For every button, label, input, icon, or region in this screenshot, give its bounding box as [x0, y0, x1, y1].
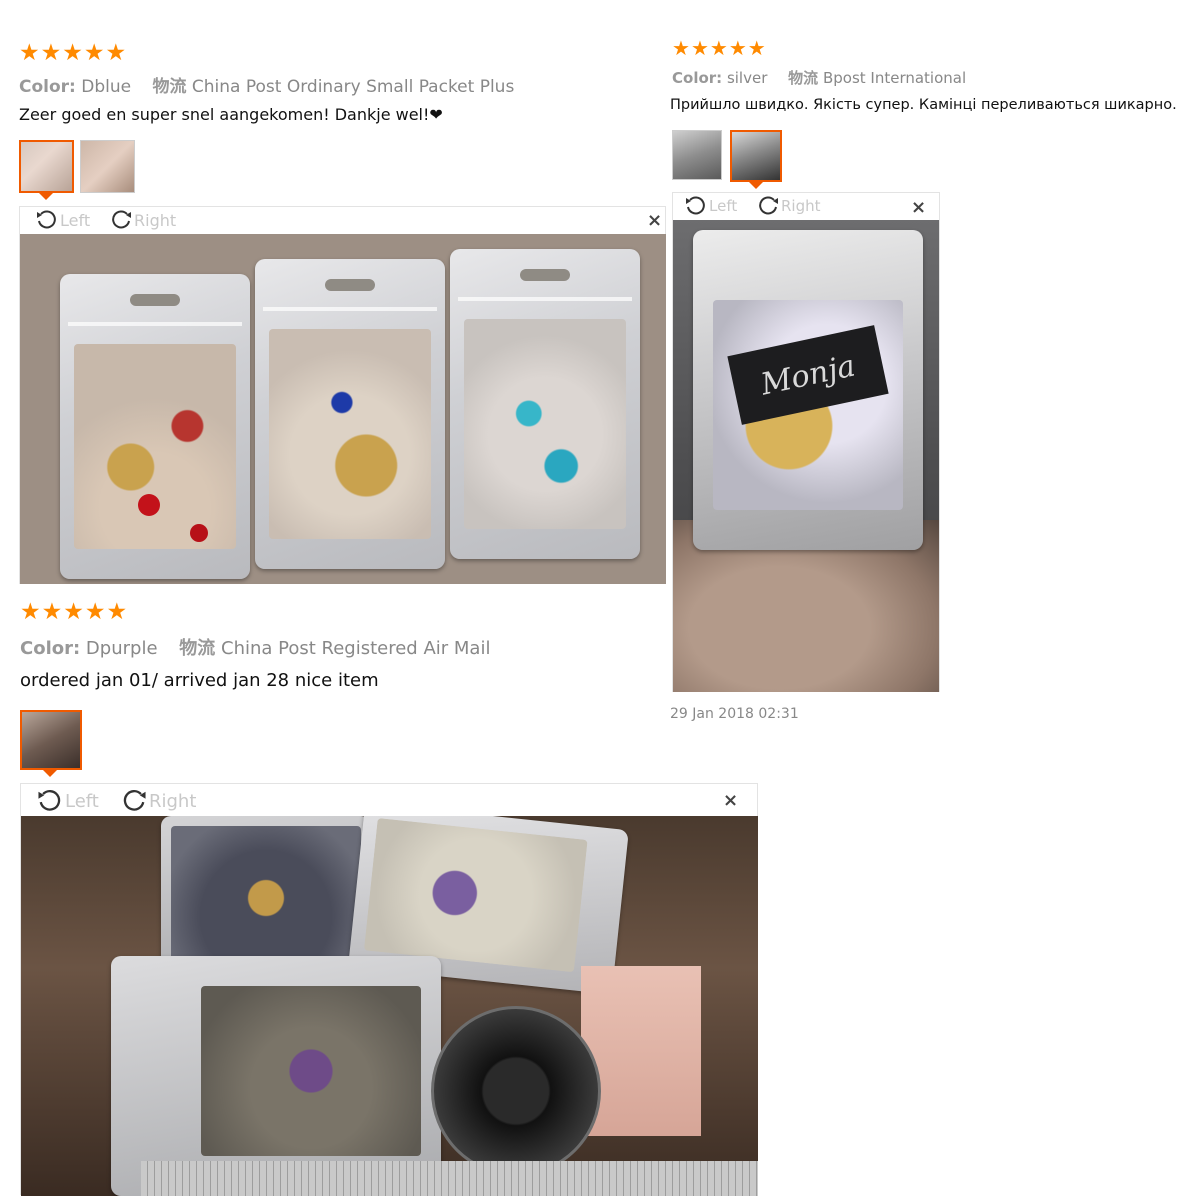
- star-icon: ★: [728, 36, 747, 60]
- bag: Monja: [693, 230, 923, 550]
- star-icon: ★: [41, 599, 63, 625]
- rating-stars: ★ ★ ★ ★ ★: [19, 42, 126, 65]
- review-thumbnail-1[interactable]: [19, 140, 74, 193]
- star-icon: ★: [106, 599, 128, 625]
- rotate-right-label: Right: [149, 790, 197, 812]
- shipping-method: China Post Registered Air Mail: [221, 638, 491, 659]
- color-label: Color:: [20, 638, 81, 659]
- rotate-right-label: Right: [134, 210, 177, 230]
- rotate-right-icon: [759, 196, 778, 215]
- bag-3: [111, 956, 441, 1196]
- bag-window: [74, 344, 236, 549]
- star-icon: ★: [63, 599, 84, 625]
- close-viewer-button[interactable]: ×: [723, 790, 738, 811]
- pink-package: [581, 966, 701, 1136]
- rotate-right-button[interactable]: Right: [119, 786, 196, 816]
- color-label: Color:: [19, 77, 76, 97]
- bag-window: [269, 329, 431, 539]
- review-thumbnail-1[interactable]: [20, 710, 82, 770]
- rotate-left-icon: [37, 210, 56, 229]
- gem: [138, 494, 160, 516]
- rating-stars: ★ ★ ★ ★ ★: [20, 601, 127, 624]
- rating-stars: ★ ★ ★ ★ ★: [672, 38, 766, 58]
- shipping-icon: 物流: [788, 69, 819, 87]
- star-icon: ★: [672, 36, 690, 60]
- rotate-left-button[interactable]: Left: [34, 207, 90, 233]
- review-meta: Color: silver 物流 Bpost International: [672, 67, 966, 88]
- review-meta: Color: Dpurple 物流 China Post Registered …: [20, 634, 490, 660]
- rotate-left-label: Left: [65, 790, 99, 812]
- rotate-left-button[interactable]: Left: [683, 193, 737, 219]
- review-meta: Color: Dblue 物流 China Post Ordinary Smal…: [19, 72, 514, 97]
- bag-3: [450, 249, 640, 559]
- rotate-right-label: Right: [781, 197, 821, 215]
- review-photo[interactable]: [21, 816, 758, 1196]
- star-icon: ★: [747, 36, 766, 60]
- rotate-left-label: Left: [709, 197, 738, 215]
- nail-wheel: [431, 1006, 601, 1176]
- star-icon: ★: [19, 40, 40, 66]
- review-thumbnail-1[interactable]: [672, 130, 722, 180]
- star-icon: ★: [20, 599, 41, 625]
- star-icon: ★: [84, 599, 106, 625]
- rotate-right-button[interactable]: Right: [108, 207, 176, 233]
- photo-viewer: Left Right ×: [20, 783, 758, 1196]
- star-icon: ★: [690, 36, 709, 60]
- review-comment: Прийшло швидко. Якість супер. Камінці пе…: [670, 97, 1177, 113]
- thumb-pointer-icon: [39, 193, 53, 200]
- review-photo[interactable]: [20, 234, 666, 584]
- brand-label: Monja: [757, 347, 859, 403]
- bag-window: [201, 986, 421, 1156]
- review-3: ★ ★ ★ ★ ★ Color: Dpurple 物流 China Post Regis…: [0, 595, 770, 1200]
- thumb-pointer-icon: [43, 770, 57, 777]
- rotate-right-icon: [112, 210, 131, 229]
- rotate-left-icon: [686, 196, 705, 215]
- close-viewer-button[interactable]: ×: [647, 210, 662, 231]
- ruler: [141, 1161, 758, 1196]
- review-thumbnail-2[interactable]: [730, 130, 782, 182]
- shipping-icon: 物流: [152, 77, 187, 97]
- color-value: silver: [726, 69, 768, 87]
- bag-window: [363, 817, 588, 973]
- viewer-toolbar: Left Right ×: [20, 207, 665, 234]
- zip-line: [458, 297, 632, 301]
- gem: [190, 524, 208, 542]
- close-viewer-button[interactable]: ×: [911, 197, 926, 218]
- review-thumbnail-2[interactable]: [80, 140, 135, 193]
- color-value: Dpurple: [85, 638, 158, 659]
- color-value: Dblue: [81, 77, 132, 97]
- hang-hole: [520, 269, 570, 281]
- rotate-left-icon: [38, 789, 61, 811]
- bag-2: [255, 259, 445, 569]
- shipping-icon: 物流: [179, 638, 216, 659]
- star-icon: ★: [709, 36, 728, 60]
- review-comment: ordered jan 01/ arrived jan 28 nice item: [20, 670, 379, 691]
- viewer-toolbar: Left Right ×: [673, 193, 939, 220]
- zip-line: [263, 307, 437, 311]
- shipping-method: Bpost International: [822, 69, 967, 87]
- star-icon: ★: [105, 40, 127, 66]
- rotate-right-button[interactable]: Right: [755, 193, 821, 219]
- bag-1: [60, 274, 250, 579]
- star-icon: ★: [83, 40, 105, 66]
- bag-window: [464, 319, 626, 529]
- color-label: Color:: [672, 69, 723, 87]
- rotate-left-button[interactable]: Left: [35, 786, 99, 816]
- star-icon: ★: [62, 40, 83, 66]
- photo-viewer: Left Right ×: [19, 206, 666, 584]
- review-comment: Zeer goed en super snel aangekomen! Dank…: [19, 105, 443, 124]
- star-icon: ★: [40, 40, 62, 66]
- shipping-method: China Post Ordinary Small Packet Plus: [191, 77, 515, 97]
- hang-hole: [130, 294, 180, 306]
- thumb-pointer-icon: [749, 182, 763, 189]
- review-1: ★ ★ ★ ★ ★ Color: Dblue 物流 China Post Ordinar…: [0, 0, 670, 590]
- zip-line: [68, 322, 242, 326]
- rotate-right-icon: [123, 789, 146, 811]
- rotate-left-label: Left: [60, 210, 91, 230]
- hang-hole: [325, 279, 375, 291]
- viewer-toolbar: Left Right ×: [21, 784, 757, 814]
